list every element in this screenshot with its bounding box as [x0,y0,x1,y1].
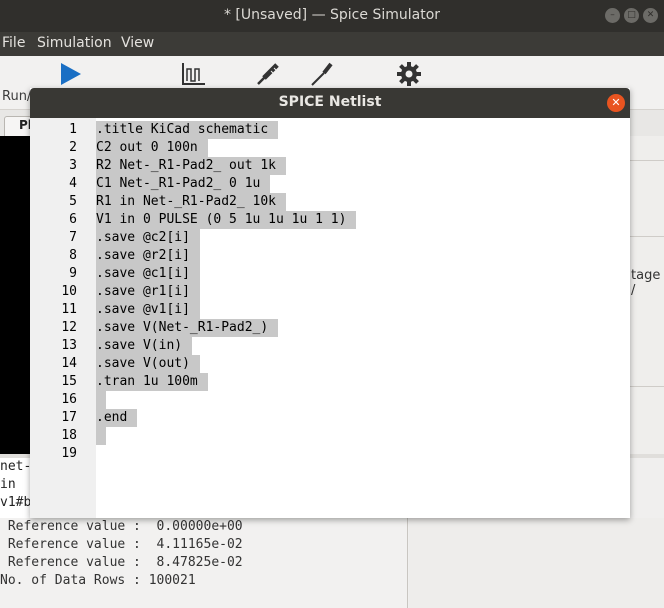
line-number: 7 [69,230,77,245]
line-number: 1 [69,122,77,137]
probe-icon[interactable] [254,60,282,88]
netlist-line: .save @c1[i] [96,265,200,283]
netlist-line: .title KiCad schematic [96,121,279,139]
signal-item[interactable]: v1#b [0,494,32,512]
console-line: Reference value : 0.00000e+00 [0,519,243,534]
menu-file[interactable]: File [2,35,25,51]
line-number: 19 [61,446,77,461]
line-number: 15 [61,374,77,389]
run-icon[interactable] [56,60,84,88]
close-icon[interactable]: ✕ [607,94,625,112]
signal-item[interactable]: net- [0,458,32,476]
netlist-line: .end [96,409,138,427]
console-side-panel [409,518,664,608]
netlist-line: .save V(Net-_R1-Pad2_) [96,319,279,337]
netlist-line: C2 out 0 100n [96,139,208,157]
netlist-text-area[interactable]: .title KiCad schematic C2 out 0 100n R2 Ne… [96,118,630,518]
netlist-line: .save @r2[i] [96,247,200,265]
console-line: Reference value : 4.11165e-02 [0,537,243,552]
netlist-line: R1 in Net-_R1-Pad2_ 10k [96,193,287,211]
line-number: 17 [61,410,77,425]
menubar: File Simulation View [0,32,664,56]
netlist-line: .save @v1[i] [96,301,200,319]
maximize-icon[interactable]: □ [624,8,639,23]
console-line: No. of Data Rows : 100021 [0,573,196,588]
minimize-icon[interactable]: – [605,8,620,23]
plot-area [0,136,32,454]
netlist-line: .tran 1u 100m [96,373,208,391]
line-number: 6 [69,212,77,227]
line-number-gutter: 1 2 3 4 5 6 7 8 9 10 11 12 13 14 15 16 17 18 19 [30,118,96,518]
line-number: 4 [69,176,77,191]
signals-list: net- in v1#b [0,458,32,518]
line-number: 2 [69,140,77,155]
spice-netlist-dialog: SPICE Netlist ✕ 1 2 3 4 5 6 7 8 9 10 11 12 13 14 15 16 1… [30,88,630,518]
netlist-line: .save @c2[i] [96,229,200,247]
netlist-line [96,391,106,409]
netlist-line: .save V(in) [96,337,193,355]
plot-icon[interactable] [180,60,208,88]
console-output: Reference value : 0.00000e+00 Reference … [0,518,408,608]
line-number: 3 [69,158,77,173]
signal-item[interactable]: in [0,476,32,494]
line-number: 5 [69,194,77,209]
menu-view[interactable]: View [121,35,154,51]
close-window-icon[interactable]: ✕ [643,8,658,23]
netlist-line: V1 in 0 PULSE (0 5 1u 1u 1u 1 1) [96,211,357,229]
tune-icon[interactable] [308,60,336,88]
line-number: 11 [61,302,77,317]
window-title: * [Unsaved] — Spice Simulator [223,7,441,23]
right-panel-label: tage / [631,268,661,298]
run-label: Run/ [2,89,32,104]
netlist-line [96,427,106,445]
main-titlebar: * [Unsaved] — Spice Simulator – □ ✕ [0,0,664,32]
line-number: 10 [61,284,77,299]
netlist-line: .save @r1[i] [96,283,200,301]
settings-icon[interactable] [395,60,423,88]
netlist-line: R2 Net-_R1-Pad2_ out 1k [96,157,287,175]
netlist-line: .save V(out) [96,355,200,373]
line-number: 9 [69,266,77,281]
dialog-titlebar: SPICE Netlist ✕ [30,88,630,118]
line-number: 8 [69,248,77,263]
netlist-line: C1 Net-_R1-Pad2_ 0 1u [96,175,271,193]
console-line: Reference value : 8.47825e-02 [0,555,243,570]
dialog-title: SPICE Netlist [278,94,382,110]
line-number: 13 [61,338,77,353]
menu-simulation[interactable]: Simulation [37,35,112,51]
line-number: 12 [61,320,77,335]
line-number: 14 [61,356,77,371]
line-number: 16 [61,392,77,407]
right-panel: tage / [630,136,664,454]
line-number: 18 [61,428,77,443]
